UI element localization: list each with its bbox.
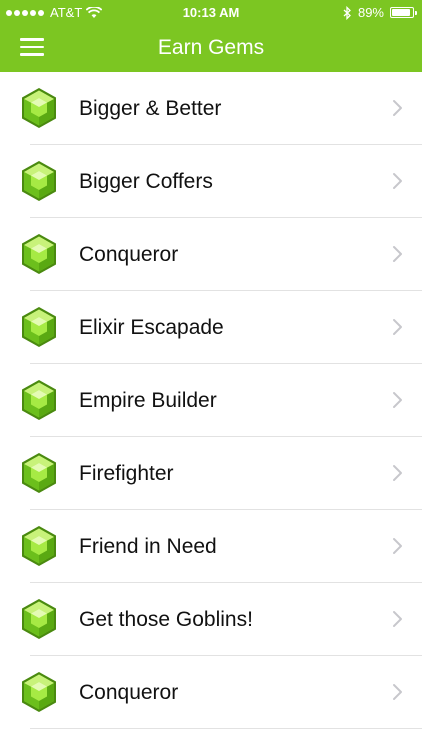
list-item[interactable]: Empire Builder <box>0 364 422 437</box>
list-item-label: Bigger & Better <box>79 97 222 120</box>
battery-fill <box>392 9 410 16</box>
chevron-right-icon <box>393 684 402 700</box>
nav-header: AT&T 10:13 AM 89% Earn Gems <box>0 0 422 72</box>
list-item-label: Conqueror <box>79 681 179 704</box>
gem-icon <box>22 526 56 566</box>
list-item-label: Conqueror <box>79 243 179 266</box>
gem-icon <box>22 599 56 639</box>
list-item[interactable]: Get those Goblins! <box>0 583 422 656</box>
chevron-right-icon <box>393 392 402 408</box>
list-item[interactable]: Firefighter <box>0 437 422 510</box>
status-bar: AT&T 10:13 AM 89% <box>0 0 422 24</box>
list-item[interactable]: Conqueror <box>0 656 422 729</box>
battery-icon <box>390 7 417 18</box>
list-item-label: Get those Goblins! <box>79 608 253 631</box>
gem-icon <box>22 88 56 128</box>
list-item[interactable]: Conqueror <box>0 218 422 291</box>
chevron-right-icon <box>393 611 402 627</box>
chevron-right-icon <box>393 465 402 481</box>
chevron-right-icon <box>393 173 402 189</box>
chevron-right-icon <box>393 100 402 116</box>
list-item[interactable]: Friend in Need <box>0 510 422 583</box>
gem-icon <box>22 307 56 347</box>
list-item-label: Bigger Coffers <box>79 170 213 193</box>
list-item[interactable]: Elixir Escapade <box>0 291 422 364</box>
list-item[interactable]: Bigger & Better <box>0 72 422 145</box>
chevron-right-icon <box>393 319 402 335</box>
gem-icon <box>22 161 56 201</box>
page-title: Earn Gems <box>157 36 265 59</box>
list-item-label: Elixir Escapade <box>79 316 224 339</box>
gem-icon <box>22 380 56 420</box>
gem-icon <box>22 453 56 493</box>
chevron-right-icon <box>393 246 402 262</box>
bluetooth-icon <box>343 5 351 20</box>
list-item[interactable]: Bigger Coffers <box>0 145 422 218</box>
gem-icon <box>22 234 56 274</box>
gem-icon <box>22 672 56 712</box>
list-item-label: Friend in Need <box>79 535 217 558</box>
list-item-label: Firefighter <box>79 462 174 485</box>
status-right: 89% <box>343 5 417 20</box>
battery-percent: 89% <box>357 5 384 20</box>
chevron-right-icon <box>393 538 402 554</box>
achievement-list: Bigger & Better Bigger Coffers Conqueror… <box>0 72 422 729</box>
list-item-label: Empire Builder <box>79 389 217 412</box>
